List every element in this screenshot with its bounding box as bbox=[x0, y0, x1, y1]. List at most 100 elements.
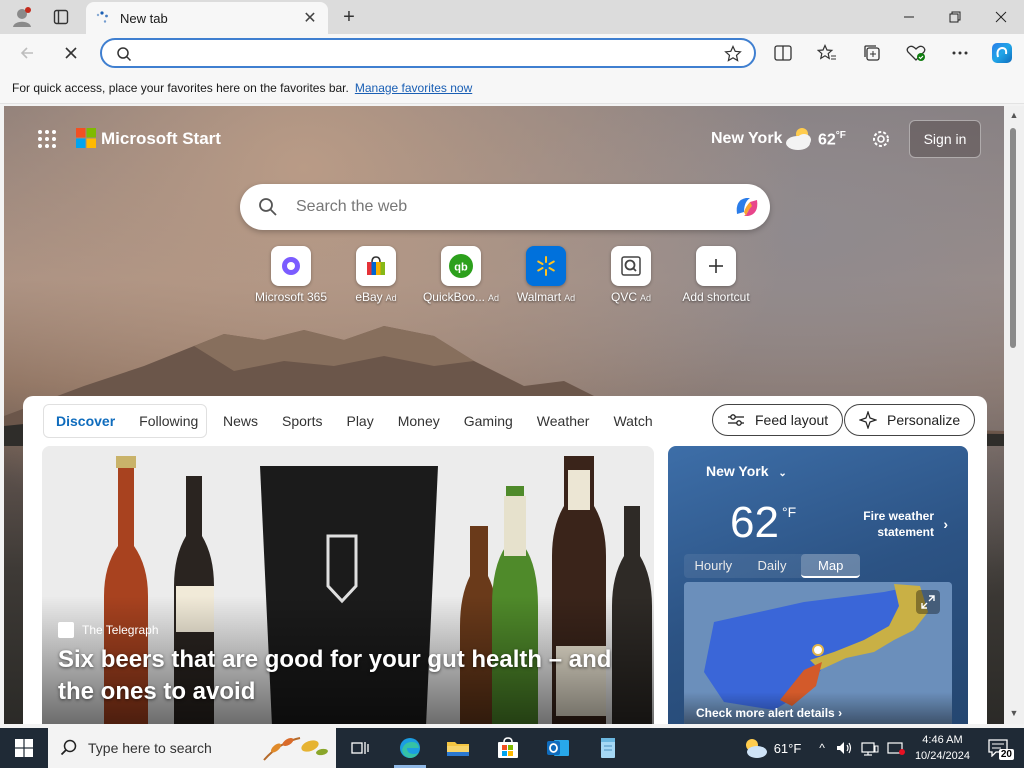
weather-alert[interactable]: Fire weather statement › bbox=[828, 508, 948, 540]
hero-article[interactable]: The Telegraph Six beers that are good fo… bbox=[42, 446, 654, 724]
apps-grid-icon[interactable] bbox=[36, 128, 60, 152]
article-headline[interactable]: Six beers that are good for your gut hea… bbox=[58, 644, 648, 708]
tray-temperature[interactable]: 61°F bbox=[774, 741, 802, 756]
category-watch[interactable]: Watch bbox=[613, 413, 652, 429]
close-window-button[interactable] bbox=[978, 0, 1024, 34]
weather-city: New York bbox=[706, 463, 769, 479]
page-scrollbar[interactable]: ▲ ▼ bbox=[1004, 106, 1024, 724]
tab-following[interactable]: Following bbox=[127, 413, 210, 429]
tab-map[interactable]: Map bbox=[801, 554, 861, 578]
scroll-up-arrow-icon[interactable]: ▲ bbox=[1008, 110, 1020, 122]
profile-icon[interactable] bbox=[8, 6, 36, 28]
network-icon[interactable] bbox=[861, 740, 879, 756]
personalize-label: Personalize bbox=[887, 412, 961, 428]
personalize-button[interactable]: Personalize bbox=[844, 404, 976, 436]
quickbooks-icon: qb bbox=[441, 246, 481, 286]
new-tab-page: Microsoft Start New York 62°F Sign in Se… bbox=[4, 106, 1004, 724]
header-temp-value: 62 bbox=[818, 131, 836, 149]
manage-favorites-link[interactable]: Manage favorites now bbox=[355, 81, 472, 95]
category-play[interactable]: Play bbox=[346, 413, 373, 429]
shortcut-qvc[interactable]: QVC Ad bbox=[589, 246, 673, 304]
store-icon bbox=[498, 737, 518, 758]
favorites-bar: For quick access, place your favorites h… bbox=[0, 72, 1024, 104]
tab-hourly[interactable]: Hourly bbox=[684, 554, 743, 578]
scroll-down-arrow-icon[interactable]: ▼ bbox=[1008, 708, 1020, 720]
browser-essentials-icon[interactable] bbox=[901, 38, 931, 68]
check-alert-details-text: Check more alert details bbox=[696, 706, 835, 720]
tab-actions-icon[interactable] bbox=[48, 6, 74, 28]
sparkle-icon bbox=[859, 411, 877, 429]
partly-cloudy-icon[interactable] bbox=[784, 126, 814, 152]
taskbar-file-explorer[interactable] bbox=[434, 728, 482, 768]
taskbar-search[interactable]: Type here to search bbox=[48, 728, 336, 768]
search-icon bbox=[117, 47, 132, 62]
expand-map-icon[interactable] bbox=[916, 590, 940, 614]
task-view-button[interactable] bbox=[336, 728, 384, 768]
search-icon bbox=[259, 198, 277, 216]
category-sports[interactable]: Sports bbox=[282, 413, 322, 429]
brand-title[interactable]: Microsoft Start bbox=[101, 129, 221, 149]
address-bar[interactable] bbox=[100, 38, 756, 68]
chevron-right-icon: › bbox=[943, 516, 948, 532]
category-news[interactable]: News bbox=[223, 413, 258, 429]
clock-time: 4:46 AM bbox=[922, 734, 963, 746]
shortcut-label: Microsoft 365 bbox=[254, 290, 328, 304]
copilot-icon[interactable] bbox=[732, 192, 762, 222]
category-money[interactable]: Money bbox=[398, 413, 440, 429]
header-weather-temp[interactable]: 62°F bbox=[818, 130, 846, 149]
shortcut-microsoft-365[interactable]: Microsoft 365 bbox=[249, 246, 333, 304]
restore-button[interactable] bbox=[932, 0, 978, 34]
new-tab-button[interactable]: + bbox=[336, 5, 362, 29]
more-options-icon[interactable] bbox=[945, 38, 975, 68]
collections-icon[interactable] bbox=[857, 38, 887, 68]
star-icon[interactable] bbox=[724, 45, 742, 63]
ad-label: Ad bbox=[488, 293, 500, 303]
clock[interactable]: 4:46 AM 10/24/2024 bbox=[915, 732, 970, 764]
microsoft365-icon bbox=[271, 246, 311, 286]
sign-in-button[interactable]: Sign in bbox=[909, 120, 981, 158]
address-input[interactable] bbox=[142, 43, 702, 63]
favorites-icon[interactable] bbox=[812, 38, 842, 68]
volume-icon[interactable] bbox=[835, 740, 853, 756]
chevron-right-icon: › bbox=[838, 706, 843, 720]
shortcut-walmart[interactable]: Walmart Ad bbox=[504, 246, 588, 304]
battery-alert-icon[interactable] bbox=[887, 740, 907, 756]
browser-tab[interactable]: New tab ✕ bbox=[86, 2, 328, 34]
notepad-icon bbox=[601, 738, 615, 758]
taskbar-outlook[interactable] bbox=[534, 728, 582, 768]
notification-center-button[interactable]: 20 bbox=[984, 734, 1014, 762]
tab-daily[interactable]: Daily bbox=[743, 554, 802, 578]
weather-tabs: Hourly Daily Map bbox=[684, 554, 861, 578]
weather-city-dropdown[interactable]: New York ⌄ bbox=[706, 463, 787, 479]
stop-loading-icon[interactable] bbox=[56, 38, 86, 68]
feed-layout-label: Feed layout bbox=[755, 412, 829, 428]
feed-layout-button[interactable]: Feed layout bbox=[712, 404, 844, 436]
partly-cloudy-icon[interactable] bbox=[742, 737, 768, 759]
gear-icon[interactable] bbox=[870, 128, 892, 150]
minimize-button[interactable] bbox=[886, 0, 932, 34]
tab-discover[interactable]: Discover bbox=[44, 413, 127, 429]
news-feed: Discover Following News Sports Play Mone… bbox=[23, 396, 987, 724]
check-alert-details-link[interactable]: Check more alert details › bbox=[684, 692, 952, 724]
taskbar-store[interactable] bbox=[484, 728, 532, 768]
web-search-box[interactable]: Search the web bbox=[240, 184, 770, 230]
weather-map[interactable]: Check more alert details › bbox=[684, 582, 952, 724]
shortcut-ebay[interactable]: eBay Ad bbox=[334, 246, 418, 304]
header-temp-unit: °F bbox=[835, 130, 846, 141]
split-screen-icon[interactable] bbox=[768, 38, 798, 68]
scrollbar-thumb[interactable] bbox=[1010, 128, 1016, 348]
category-weather[interactable]: Weather bbox=[537, 413, 590, 429]
copilot-icon[interactable] bbox=[987, 38, 1017, 68]
header-weather-city[interactable]: New York bbox=[711, 130, 782, 148]
category-gaming[interactable]: Gaming bbox=[464, 413, 513, 429]
shortcut-add[interactable]: Add shortcut bbox=[674, 246, 758, 304]
close-tab-icon[interactable]: ✕ bbox=[300, 8, 320, 28]
shortcut-quickbooks[interactable]: qb QuickBoo... Ad bbox=[419, 246, 503, 304]
start-button[interactable] bbox=[0, 728, 48, 768]
chevron-up-icon[interactable]: ^ bbox=[819, 741, 825, 755]
taskbar-notepad[interactable] bbox=[584, 728, 632, 768]
article-source[interactable]: The Telegraph bbox=[58, 622, 159, 638]
back-arrow-icon[interactable] bbox=[12, 38, 42, 68]
edge-icon bbox=[400, 738, 420, 758]
taskbar-edge[interactable] bbox=[386, 728, 434, 768]
